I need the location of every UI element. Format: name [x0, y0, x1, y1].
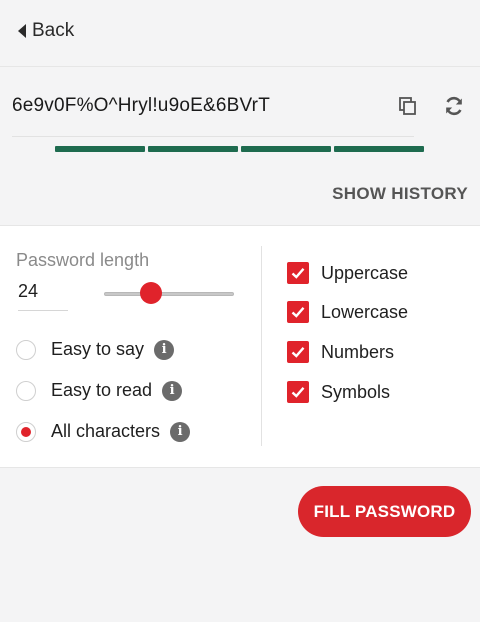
info-icon[interactable]: i [170, 421, 191, 442]
checkbox[interactable] [287, 381, 309, 403]
checkmark-icon [291, 307, 305, 318]
info-icon[interactable]: i [162, 380, 183, 401]
radio[interactable] [16, 380, 36, 401]
charset-label: Symbols [321, 381, 391, 402]
options-panel: Password length 24 Easy to say i Easy to… [0, 225, 480, 468]
strength-meter [55, 146, 424, 152]
info-icon[interactable]: i [154, 339, 175, 360]
length-label: Password length [16, 250, 150, 270]
radio-selected[interactable] [16, 421, 36, 442]
show-history-button[interactable]: SHOW HISTORY [332, 184, 468, 204]
copy-icon [399, 97, 416, 115]
back-label: Back [32, 20, 75, 41]
mode-all-characters[interactable]: All characters i [16, 421, 191, 442]
copy-button[interactable] [397, 95, 419, 117]
charset-label: Lowercase [321, 301, 409, 322]
checkmark-icon [291, 347, 305, 358]
back-button[interactable]: Back [18, 20, 74, 42]
charset-uppercase[interactable]: Uppercase [287, 262, 408, 284]
checkbox[interactable] [287, 301, 309, 323]
caret-left-icon [18, 24, 26, 38]
slider-track [104, 292, 234, 296]
mode-easy-to-say[interactable]: Easy to say i [16, 339, 175, 360]
mode-label: All characters [51, 421, 161, 441]
length-input[interactable]: 24 [18, 281, 68, 311]
charset-symbols[interactable]: Symbols [287, 381, 390, 403]
radio[interactable] [16, 339, 36, 360]
slider-thumb[interactable] [140, 282, 162, 304]
refresh-icon [446, 96, 462, 116]
strength-segment [241, 146, 331, 152]
strength-segment [148, 146, 238, 152]
top-bar: Back [0, 0, 480, 67]
fill-password-button[interactable]: FILL PASSWORD [298, 486, 471, 537]
checkmark-icon [291, 268, 305, 279]
generated-password-section: 6e9v0F%O^Hryl!u9oE&6BVrT SHOW HISTORY [0, 67, 480, 225]
divider [12, 136, 414, 137]
strength-segment [334, 146, 424, 152]
column-divider [261, 246, 262, 446]
charset-label: Numbers [321, 341, 395, 362]
charset-numbers[interactable]: Numbers [287, 341, 394, 363]
length-slider[interactable] [104, 282, 234, 304]
mode-easy-to-read[interactable]: Easy to read i [16, 380, 183, 401]
checkbox[interactable] [287, 341, 309, 363]
strength-segment [55, 146, 145, 152]
generated-password[interactable]: 6e9v0F%O^Hryl!u9oE&6BVrT [12, 95, 270, 117]
charset-label: Uppercase [321, 262, 409, 283]
regenerate-button[interactable] [443, 95, 465, 117]
charset-lowercase[interactable]: Lowercase [287, 301, 408, 323]
mode-label: Easy to say [51, 339, 145, 359]
mode-label: Easy to read [51, 380, 153, 400]
checkbox[interactable] [287, 262, 309, 284]
checkmark-icon [291, 387, 305, 398]
